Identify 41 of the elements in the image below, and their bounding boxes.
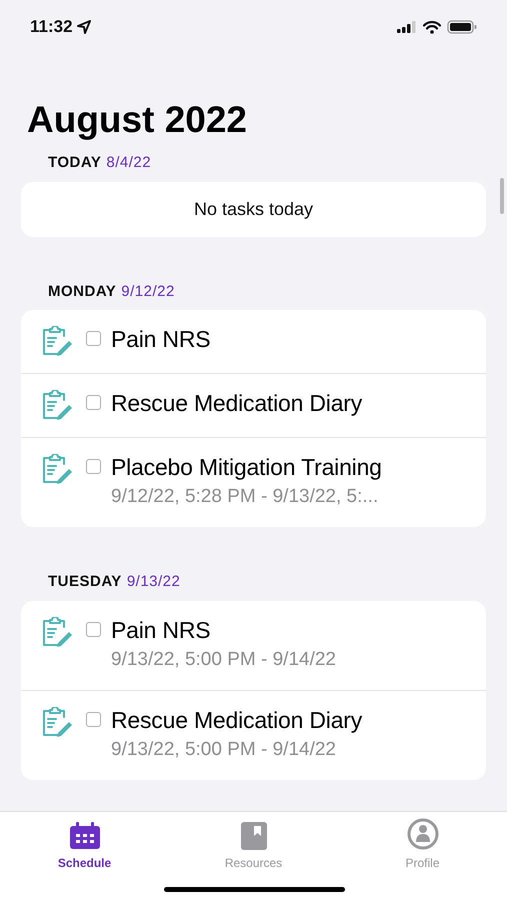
signal-icon: [397, 21, 417, 33]
empty-message: No tasks today: [194, 198, 314, 221]
day-label: MONDAY: [48, 282, 116, 302]
calendar-icon: [68, 822, 100, 850]
date-label: 8/4/22: [106, 153, 152, 173]
task-title: Rescue Medication Diary: [111, 706, 362, 735]
task-row[interactable]: Pain NRS: [21, 310, 486, 373]
task-row[interactable]: Placebo Mitigation Training 9/12/22, 5:28 PM - 9/13/22, 5:...: [21, 437, 486, 527]
clipboard-pencil-icon: [40, 326, 74, 356]
task-time-range: 9/13/22, 5:00 PM - 9/14/22: [111, 648, 336, 672]
tab-button[interactable]: Schedule: [0, 818, 169, 872]
day-label: TUESDAY: [48, 572, 122, 592]
clipboard-pencil-icon: [40, 616, 74, 646]
checkbox[interactable]: [86, 459, 101, 474]
checkbox[interactable]: [86, 622, 101, 636]
profile-icon: [406, 818, 438, 850]
clipboard-pencil-icon: [40, 390, 74, 420]
book-icon: [240, 822, 266, 850]
day-label: TODAY: [48, 153, 102, 173]
task-title: Pain NRS: [111, 616, 212, 644]
task-time-range: 9/12/22, 5:28 PM - 9/13/22, 5:...: [111, 485, 380, 509]
status-time: 11:32: [30, 16, 73, 38]
clipboard-pencil-icon: [40, 706, 74, 736]
task-row[interactable]: Rescue Medication Diary 9/13/22, 5:00 PM - 9/14/22: [21, 690, 486, 780]
location-arrow-icon: [76, 20, 91, 34]
task-title: Placebo Mitigation Training: [111, 453, 382, 482]
task-time-range: 9/13/22, 5:00 PM - 9/14/22: [111, 738, 337, 762]
task-title: Rescue Medication Diary: [111, 389, 362, 418]
task-title: Pain NRS: [111, 325, 210, 354]
page-title: August 2022: [26, 98, 248, 142]
wifi-icon: [423, 20, 441, 34]
task-row[interactable]: Rescue Medication Diary: [21, 373, 486, 437]
date-label: 9/13/22: [126, 572, 180, 592]
checkbox[interactable]: [86, 395, 101, 410]
clipboard-pencil-icon: [40, 454, 74, 484]
battery-icon: [447, 20, 477, 34]
checkbox[interactable]: [86, 331, 101, 346]
checkbox[interactable]: [86, 712, 101, 726]
task-row[interactable]: Pain NRS 9/13/22, 5:00 PM - 9/14/22: [21, 600, 486, 690]
date-label: 9/12/22: [121, 282, 175, 302]
scroll-indicator: [500, 178, 504, 214]
